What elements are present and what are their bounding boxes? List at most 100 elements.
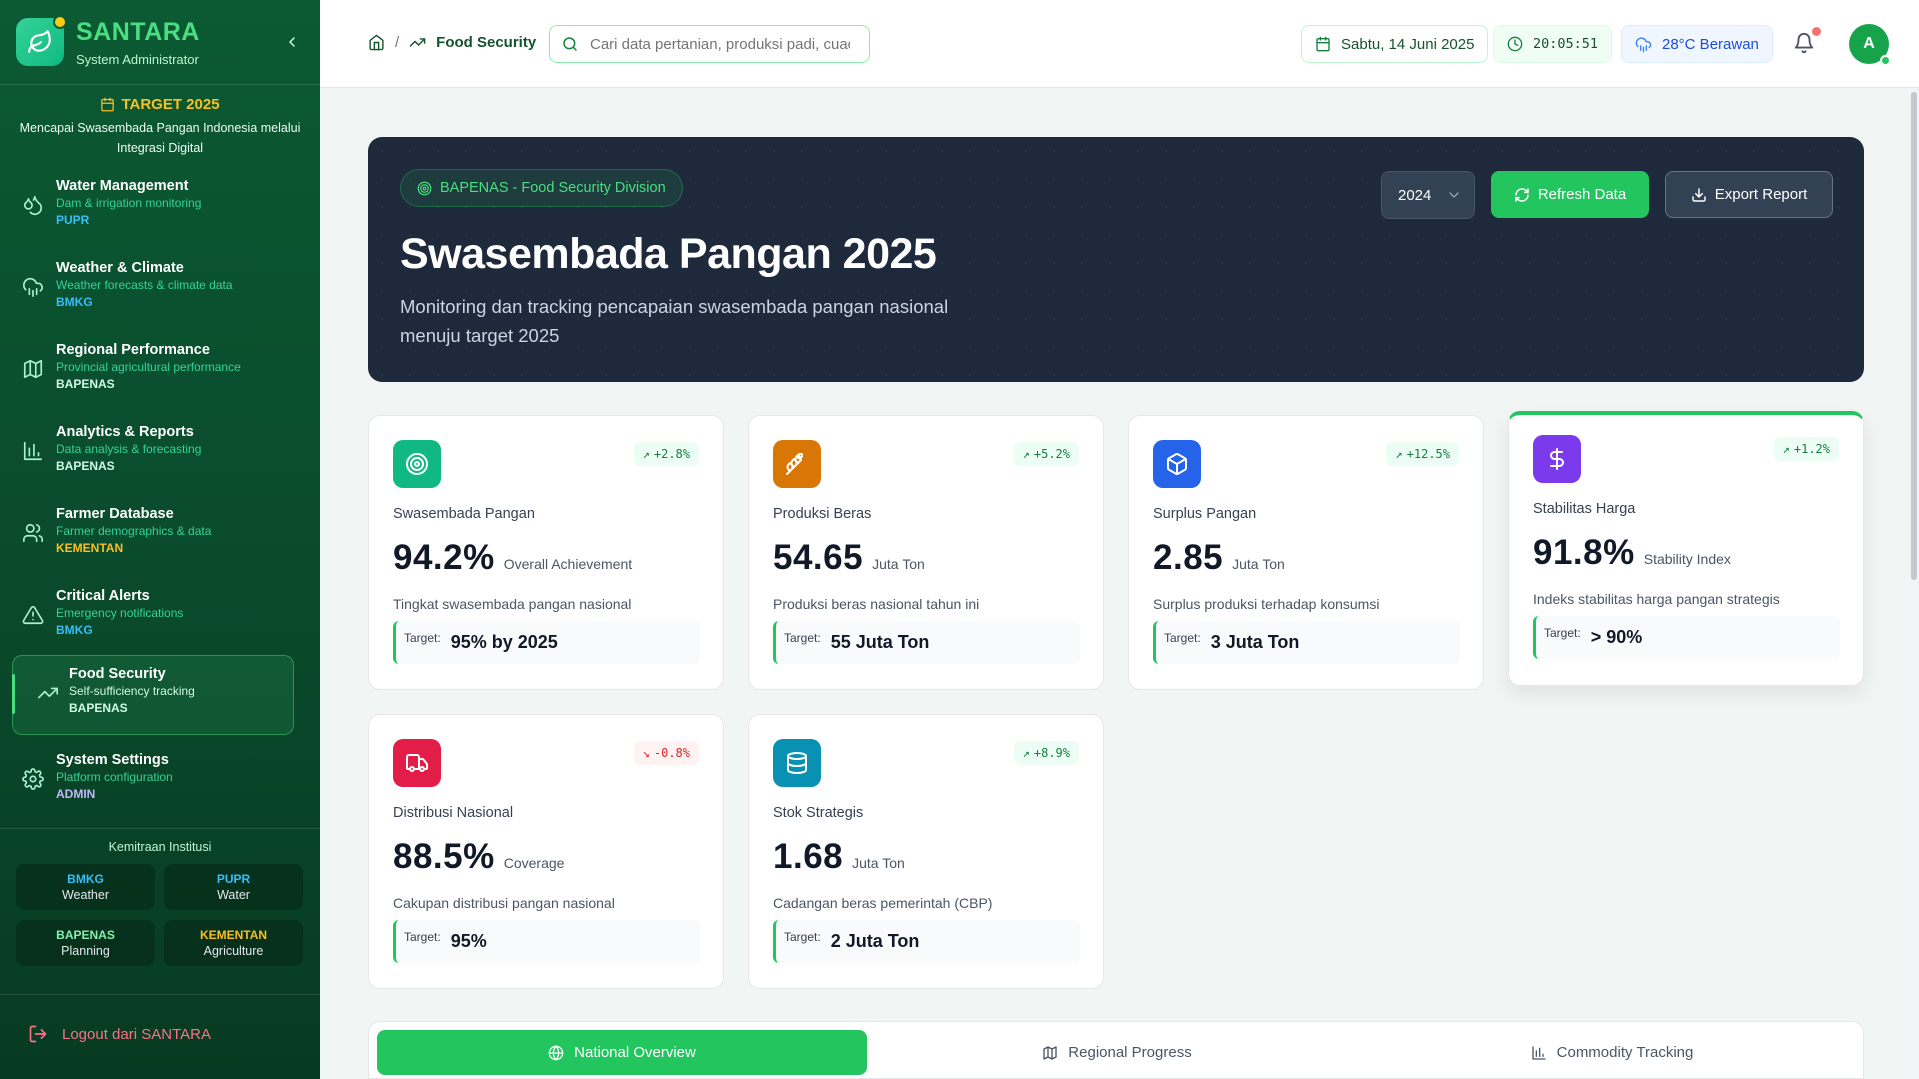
trend-up-icon: ↗: [1782, 442, 1790, 456]
droplet-icon: [22, 194, 44, 216]
metric-unit: Juta Ton: [852, 855, 905, 871]
sidebar-item-critical-alerts[interactable]: Critical Alerts Emergency notifications …: [12, 578, 294, 656]
metric-value: 88.5%: [393, 837, 495, 876]
tab-label: Commodity Tracking: [1556, 1044, 1694, 1061]
sidebar-item-weather-climate[interactable]: Weather & Climate Weather forecasts & cl…: [12, 250, 294, 328]
wheat-icon: [773, 440, 821, 488]
sidebar-item-food-security[interactable]: Food Security Self-sufficiency tracking …: [12, 655, 294, 735]
view-tabs: National Overview Regional Progress Comm…: [368, 1021, 1864, 1079]
refresh-label: Refresh Data: [1537, 186, 1627, 203]
map-icon: [1043, 1045, 1057, 1060]
logo-badge: [53, 15, 67, 29]
metric-target: Target: 95%: [393, 920, 700, 963]
trend-badge: ↘ -0.8%: [633, 741, 699, 765]
metric-description: Cadangan beras pemerintah (CBP): [773, 895, 993, 911]
tab-regional-progress[interactable]: Regional Progress: [872, 1030, 1362, 1075]
target-label: Target:: [784, 630, 821, 645]
metric-label: Distribusi Nasional: [393, 805, 514, 821]
scrollbar[interactable]: [1909, 88, 1919, 1079]
export-report-button[interactable]: Export Report: [1665, 171, 1833, 218]
search-input[interactable]: [590, 35, 850, 53]
breadcrumb-current: Food Security: [436, 34, 537, 51]
metric-card-swasembada: ↗ +2.8% Swasembada Pangan 94.2% Overall Ac…: [368, 415, 724, 690]
metric-target: Target: > 90%: [1533, 616, 1840, 659]
tab-label: National Overview: [574, 1044, 696, 1061]
notifications-button[interactable]: [1793, 27, 1821, 56]
trend-down-icon: ↘: [642, 746, 650, 760]
partner-kementan: KEMENTAN Agriculture: [164, 920, 303, 966]
bar-chart-icon: [22, 440, 44, 462]
target-value: > 90%: [1590, 627, 1643, 647]
metric-value-row: 94.2% Overall Achievement: [393, 538, 632, 578]
partner-name: BAPENAS: [56, 928, 115, 942]
scrollbar-thumb[interactable]: [1911, 92, 1917, 580]
metric-value-row: 54.65 Juta Ton: [773, 538, 925, 578]
sidebar-item-regional-performance[interactable]: Regional Performance Provincial agricult…: [12, 332, 294, 410]
metric-value-row: 91.8% Stability Index: [1533, 533, 1731, 573]
bell-icon: [1794, 33, 1814, 54]
metric-description: Tingkat swasembada pangan nasional: [393, 596, 632, 612]
partner-bmkg: BMKG Weather: [16, 864, 155, 910]
refresh-data-button[interactable]: Refresh Data: [1491, 171, 1649, 218]
nav-title: Food Security: [69, 666, 166, 682]
nav-subtitle: Dam & irrigation monitoring: [56, 196, 202, 210]
divider: [0, 994, 320, 995]
metric-unit: Coverage: [503, 855, 565, 871]
date-text: Sabtu, 14 Juni 2025: [1341, 35, 1475, 53]
metric-value-row: 1.68 Juta Ton: [773, 837, 905, 877]
metric-unit: Overall Achievement: [503, 556, 633, 572]
search-icon: [563, 37, 577, 51]
date-display: Sabtu, 14 Juni 2025: [1301, 25, 1489, 63]
year-select[interactable]: 2024: [1381, 171, 1475, 219]
trend-badge: ↗ +8.9%: [1013, 741, 1079, 765]
partner-name: BMKG: [67, 872, 104, 886]
metric-value: 94.2%: [393, 538, 495, 577]
trending-up-icon: [409, 34, 426, 51]
avatar[interactable]: A: [1849, 24, 1891, 66]
truck-icon: [393, 739, 441, 787]
nav-subtitle: Provincial agricultural performance: [56, 360, 241, 374]
logo-leaf-icon: [16, 15, 67, 66]
trend-value: +2.8%: [653, 447, 690, 461]
app-name: SANTARA: [76, 18, 200, 46]
weather-display: 28°C Berawan: [1621, 25, 1773, 63]
sidebar-item-analytics-reports[interactable]: Analytics & Reports Data analysis & fore…: [12, 414, 294, 492]
brand: SANTARA System Administrator: [16, 15, 304, 68]
collapse-sidebar-button[interactable]: [280, 30, 304, 54]
sidebar: SANTARA System Administrator TARGET 2025…: [0, 0, 320, 1079]
bar-chart-icon: [1531, 1045, 1546, 1060]
sidebar-item-water-management[interactable]: Water Management Dam & irrigation monito…: [12, 168, 294, 246]
nav-title: Analytics & Reports: [56, 424, 194, 440]
target-label: Target:: [1164, 630, 1201, 645]
target-value: 3 Juta Ton: [1210, 632, 1300, 652]
target-text: Mencapai Swasembada Pangan Indonesia mel…: [19, 121, 301, 155]
weather-text: 28°C Berawan: [1662, 35, 1759, 53]
nav-title: Regional Performance: [56, 342, 210, 358]
target-value: 55 Juta Ton: [830, 632, 930, 652]
divider: [0, 84, 320, 85]
target-value: 95%: [450, 931, 487, 951]
metric-unit: Juta Ton: [1232, 556, 1285, 572]
search-box[interactable]: [549, 25, 870, 63]
tab-commodity-tracking[interactable]: Commodity Tracking: [1367, 1030, 1857, 1075]
target-value: 95% by 2025: [450, 632, 558, 652]
nav-subtitle: Self-sufficiency tracking: [69, 684, 195, 698]
home-icon[interactable]: [368, 34, 385, 51]
trend-value: +1.2%: [1793, 442, 1830, 456]
target-value: 2 Juta Ton: [830, 931, 920, 951]
division-chip: BAPENAS - Food Security Division: [400, 169, 683, 207]
metric-description: Produksi beras nasional tahun ini: [773, 596, 980, 612]
tab-national-overview[interactable]: National Overview: [377, 1030, 867, 1075]
target-title: TARGET 2025: [0, 96, 320, 113]
calendar-icon: [1316, 36, 1330, 52]
sidebar-item-farmer-database[interactable]: Farmer Database Farmer demographics & da…: [12, 496, 294, 574]
nav-subtitle: Weather forecasts & climate data: [56, 278, 233, 292]
logout-button[interactable]: Logout dari SANTARA: [28, 1024, 211, 1044]
metric-label: Stabilitas Harga: [1533, 501, 1636, 517]
package-icon: [1153, 440, 1201, 488]
trend-badge: ↗ +1.2%: [1773, 437, 1839, 461]
metric-card-stabilitas-harga: ↗ +1.2% Stabilitas Harga 91.8% Stability I…: [1508, 411, 1864, 686]
sidebar-item-system-settings[interactable]: System Settings Platform configuration A…: [12, 742, 294, 820]
topbar: / Food Security Sabtu, 14 Juni 2025 20:0…: [320, 0, 1919, 88]
metric-value: 2.85: [1153, 538, 1224, 577]
